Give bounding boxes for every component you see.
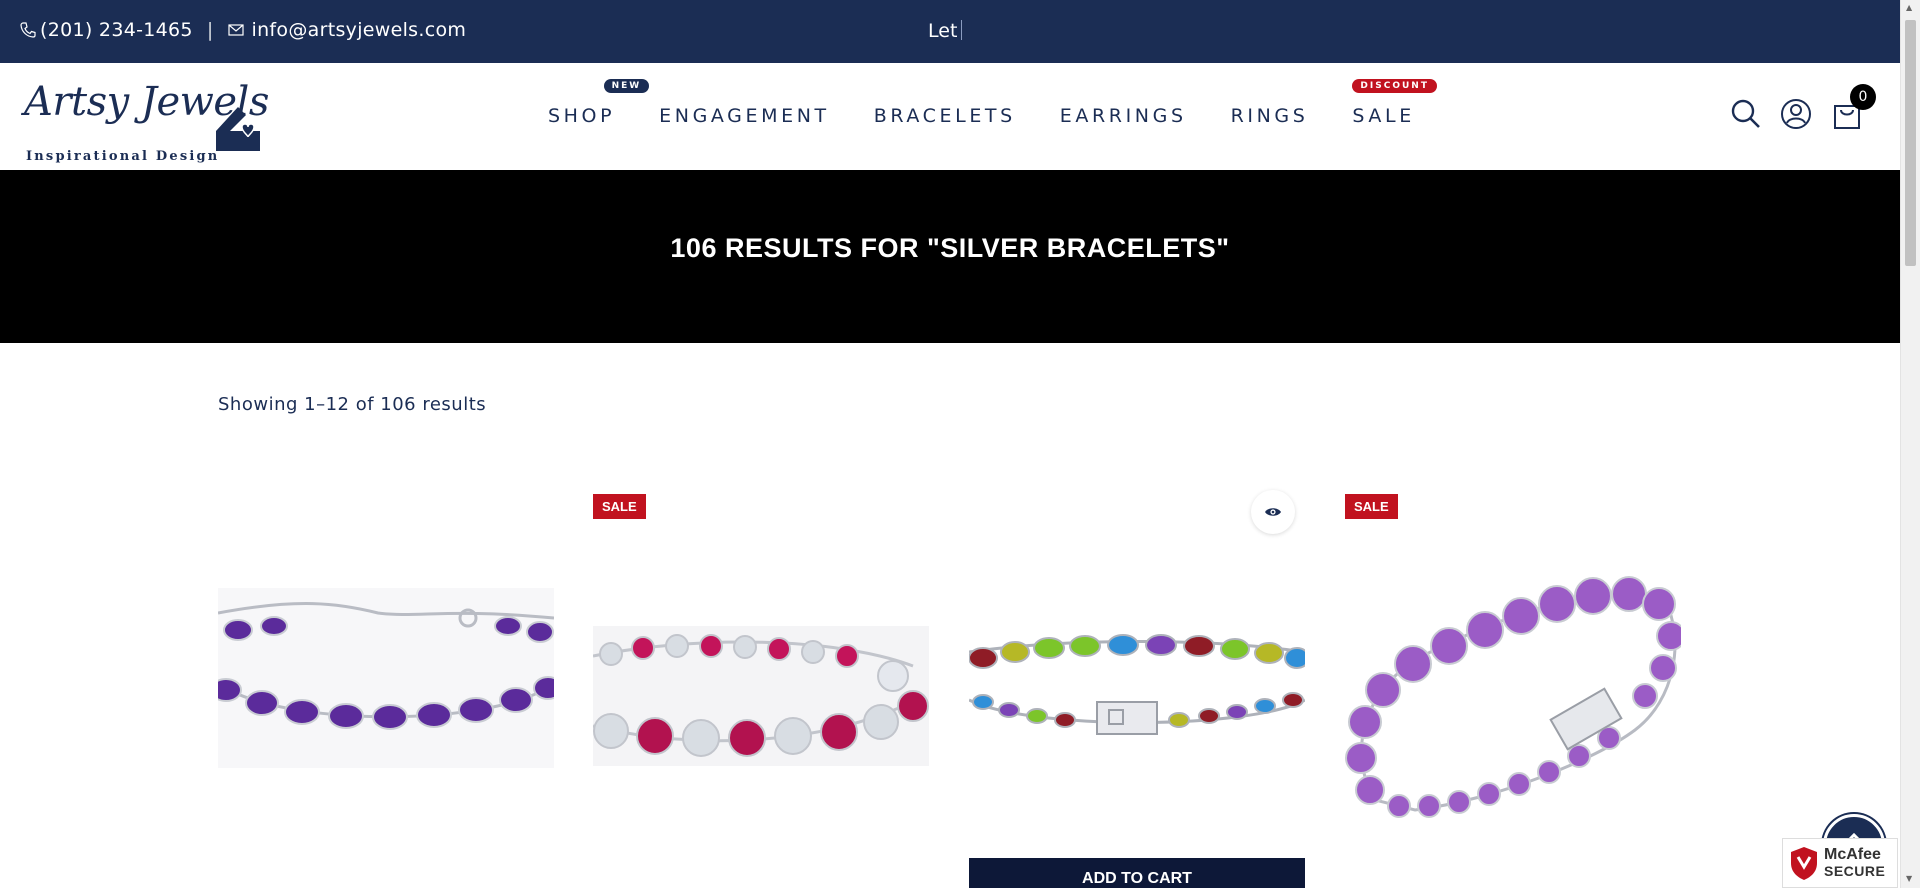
site-logo[interactable]: Artsy Jewels Inspirational Design: [24, 79, 274, 164]
main-nav: SHOP NEW ENGAGEMENT BRACELETS EARRINGS R…: [548, 79, 1459, 127]
phone-link[interactable]: (201) 234-1465: [40, 19, 193, 41]
shield-icon: [1791, 847, 1817, 880]
contact-info: (201) 234-1465 | info@artsyjewels.com: [20, 19, 466, 41]
email-link[interactable]: info@artsyjewels.com: [252, 19, 467, 41]
nav-item-label: ENGAGEMENT: [659, 105, 830, 127]
add-to-cart-button[interactable]: ADD TO CART: [969, 858, 1305, 888]
product-image[interactable]: [969, 630, 1305, 760]
header-actions: 0: [1730, 84, 1900, 138]
product-card[interactable]: [218, 480, 554, 888]
product-card[interactable]: SALE: [1345, 480, 1681, 888]
nav-item-label: EARRINGS: [1059, 105, 1187, 127]
badge-label: SECURE: [1824, 863, 1886, 879]
page-title: 106 RESULTS FOR "SILVER BRACELETS": [670, 233, 1230, 263]
scroll-down-arrow-icon[interactable]: ▼: [1906, 874, 1912, 883]
new-badge: NEW: [603, 79, 650, 93]
mcafee-secure-badge[interactable]: McAfee SECURE: [1782, 838, 1898, 888]
typing-caret: [961, 20, 963, 40]
nav-item-bracelets[interactable]: BRACELETS: [874, 105, 1016, 127]
promo-ticker-text: Let: [928, 20, 958, 42]
sale-badge: SALE: [1345, 494, 1398, 519]
product-image[interactable]: [593, 626, 929, 766]
user-icon[interactable]: [1780, 98, 1812, 130]
result-count: Showing 1–12 of 106 results: [218, 394, 487, 415]
mail-icon: [227, 23, 244, 37]
nav-item-label: BRACELETS: [873, 105, 1016, 127]
nav-item-rings[interactable]: RINGS: [1231, 105, 1309, 127]
logo-tagline: Inspirational Design: [26, 149, 220, 164]
product-image[interactable]: [218, 588, 554, 768]
nav-item-label: SHOP: [548, 105, 616, 127]
ring-box-icon: [216, 107, 260, 151]
scroll-up-arrow-icon[interactable]: ▲: [1906, 3, 1912, 12]
sale-badge: SALE: [593, 494, 646, 519]
cart-count-badge: 0: [1850, 84, 1876, 110]
badge-brand: McAfee: [1824, 846, 1881, 863]
nav-item-label: SALE: [1352, 105, 1415, 127]
eye-icon: [1265, 508, 1281, 516]
product-card[interactable]: ADD TO CART: [969, 480, 1305, 888]
phone-icon: [20, 22, 36, 38]
product-card[interactable]: SALE: [593, 480, 929, 888]
nav-item-label: RINGS: [1230, 105, 1309, 127]
nav-item-sale[interactable]: SALE DISCOUNT: [1352, 79, 1437, 127]
product-image[interactable]: [1345, 560, 1681, 830]
nav-item-earrings[interactable]: EARRINGS: [1060, 105, 1187, 127]
scrollbar-thumb[interactable]: [1905, 20, 1916, 266]
search-results-banner: 106 RESULTS FOR "SILVER BRACELETS": [0, 170, 1900, 343]
quick-view-button[interactable]: [1251, 490, 1295, 534]
promo-ticker: Let: [928, 20, 963, 42]
site-header: Artsy Jewels Inspirational Design SHOP N…: [0, 63, 1900, 170]
contact-separator: |: [206, 19, 214, 41]
page-scrollbar[interactable]: ▲ ▼: [1900, 0, 1920, 888]
nav-item-shop[interactable]: SHOP NEW: [548, 79, 650, 127]
top-bar: (201) 234-1465 | info@artsyjewels.com Le…: [0, 0, 1900, 63]
discount-badge: DISCOUNT: [1352, 79, 1437, 93]
nav-item-engagement[interactable]: ENGAGEMENT: [659, 105, 830, 127]
search-icon[interactable]: [1730, 98, 1762, 130]
